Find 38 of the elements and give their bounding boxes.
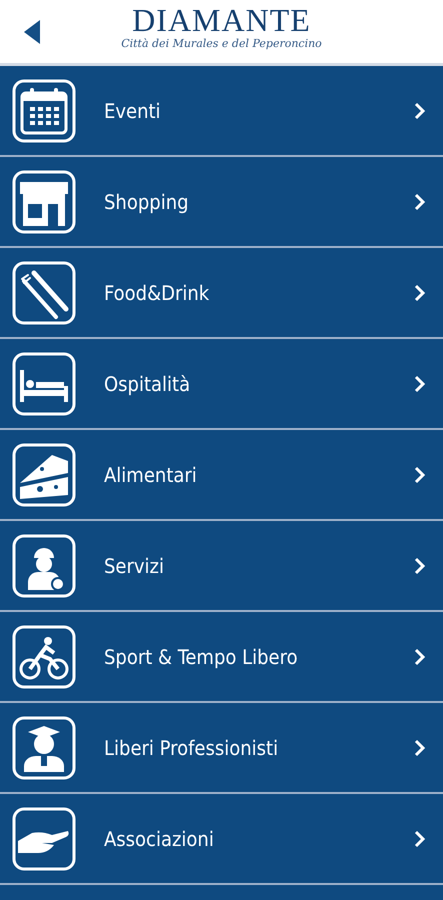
menu-item-label: Food&Drink xyxy=(104,280,210,304)
menu-item-label: Alimentari xyxy=(104,462,198,486)
menu-item[interactable]: Shopping xyxy=(0,157,443,248)
app-logo-subtitle: Città dei Murales e del Peperoncino xyxy=(121,36,322,52)
chevron-right-icon xyxy=(414,102,426,120)
menu-item-label: Servizi xyxy=(104,554,165,578)
menu-item[interactable]: Servizi xyxy=(0,521,443,612)
hand-icon xyxy=(12,806,76,870)
shop-icon xyxy=(12,170,76,234)
menu-item[interactable]: Sport & Tempo Libero xyxy=(0,612,443,703)
menu-item[interactable]: Associazioni xyxy=(0,794,443,885)
back-icon[interactable] xyxy=(24,20,40,44)
chevron-right-icon xyxy=(414,648,426,666)
graduate-icon xyxy=(12,716,76,780)
menu-item[interactable]: Alimentari xyxy=(0,430,443,521)
chevron-right-icon xyxy=(414,466,426,484)
menu-item-label: Shopping xyxy=(104,190,190,214)
chevron-right-icon xyxy=(414,284,426,302)
menu-item[interactable]: Food&Drink xyxy=(0,248,443,339)
bike-icon xyxy=(12,624,76,688)
menu-item-label: Eventi xyxy=(104,98,162,122)
cheese-icon xyxy=(12,442,76,506)
app-logo-title: DIAMANTE xyxy=(132,4,311,36)
chevron-right-icon xyxy=(414,192,426,210)
worker-icon xyxy=(12,534,76,598)
chevron-right-icon xyxy=(414,738,426,756)
chevron-right-icon xyxy=(414,374,426,392)
menu-item-label: Liberi Professionisti xyxy=(104,736,280,760)
menu-item[interactable]: Eventi xyxy=(0,66,443,157)
chevron-right-icon xyxy=(414,556,426,574)
menu-item-label: Ospitalità xyxy=(104,372,192,396)
menu-item-label: Sport & Tempo Libero xyxy=(104,644,299,668)
menu-item[interactable]: Liberi Professionisti xyxy=(0,703,443,794)
menu-item[interactable]: Ospitalità xyxy=(0,339,443,430)
menu-item-label: Associazioni xyxy=(104,826,215,850)
calendar-icon xyxy=(12,78,76,142)
chevron-right-icon xyxy=(414,830,426,848)
bed-icon xyxy=(12,352,76,416)
